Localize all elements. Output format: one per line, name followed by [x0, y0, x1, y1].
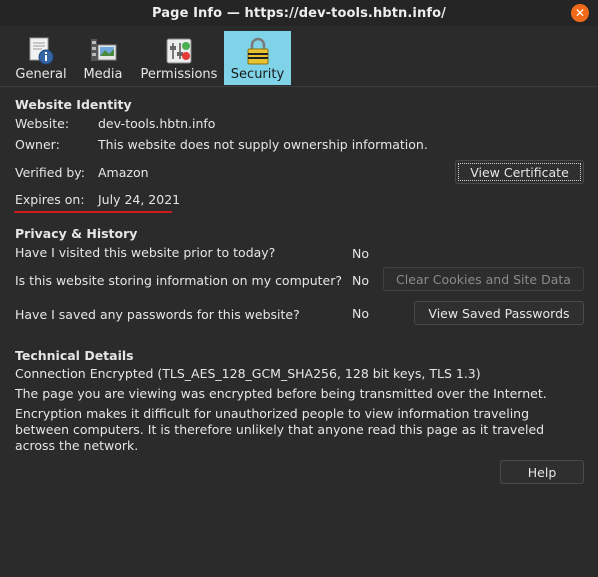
website-value: dev-tools.hbtn.info — [98, 116, 216, 131]
view-certificate-button[interactable]: View Certificate — [455, 160, 584, 184]
permissions-icon — [166, 38, 192, 64]
expires-on-label: Expires on: — [15, 192, 85, 207]
annotation-underline — [14, 211, 172, 213]
tab-general-label: General — [15, 67, 67, 82]
tab-security[interactable]: Security — [224, 31, 291, 85]
encrypted-before-transmit-text: The page you are viewing was encrypted b… — [15, 386, 547, 401]
encryption-explanation-text: Encryption makes it difficult for unauth… — [15, 406, 545, 453]
passwords-question: Have I saved any passwords for this webs… — [15, 307, 300, 322]
verified-by-label: Verified by: — [15, 165, 85, 180]
close-button[interactable]: ✕ — [571, 4, 589, 22]
owner-value: This website does not supply ownership i… — [98, 137, 428, 152]
verified-by-value: Amazon — [98, 165, 149, 180]
clear-cookies-button[interactable]: Clear Cookies and Site Data — [383, 267, 584, 291]
storing-question: Is this website storing information on m… — [15, 273, 342, 288]
page-info-window: Page Info — https://dev-tools.hbtn.info/… — [0, 0, 598, 577]
media-icon — [91, 39, 117, 61]
lock-icon — [247, 37, 268, 65]
help-button[interactable]: Help — [500, 460, 584, 484]
tab-permissions[interactable]: Permissions — [140, 31, 218, 85]
technical-details-heading: Technical Details — [15, 348, 134, 363]
tab-media-label: Media — [83, 67, 123, 82]
info-page-icon — [29, 37, 54, 65]
website-identity-heading: Website Identity — [15, 97, 132, 112]
owner-label: Owner: — [15, 137, 60, 152]
privacy-history-heading: Privacy & History — [15, 226, 138, 241]
visited-question: Have I visited this website prior to tod… — [15, 245, 276, 260]
tab-toolbar: General Media Permissions Security — [0, 29, 598, 87]
connection-encrypted-text: Connection Encrypted (TLS_AES_128_GCM_SH… — [15, 366, 481, 381]
visited-answer: No — [352, 246, 369, 261]
storing-answer: No — [352, 273, 369, 288]
tab-permissions-label: Permissions — [140, 67, 218, 82]
passwords-answer: No — [352, 306, 369, 321]
website-label: Website: — [15, 116, 70, 131]
view-saved-passwords-button[interactable]: View Saved Passwords — [414, 301, 584, 325]
tab-general[interactable]: General — [14, 31, 68, 85]
close-icon: ✕ — [574, 6, 586, 20]
window-title: Page Info — https://dev-tools.hbtn.info/ — [152, 5, 446, 21]
tab-media[interactable]: Media — [80, 31, 126, 85]
expires-on-value: July 24, 2021 — [98, 192, 181, 207]
tab-security-label: Security — [230, 67, 285, 82]
title-bar[interactable]: Page Info — https://dev-tools.hbtn.info/… — [0, 0, 598, 26]
